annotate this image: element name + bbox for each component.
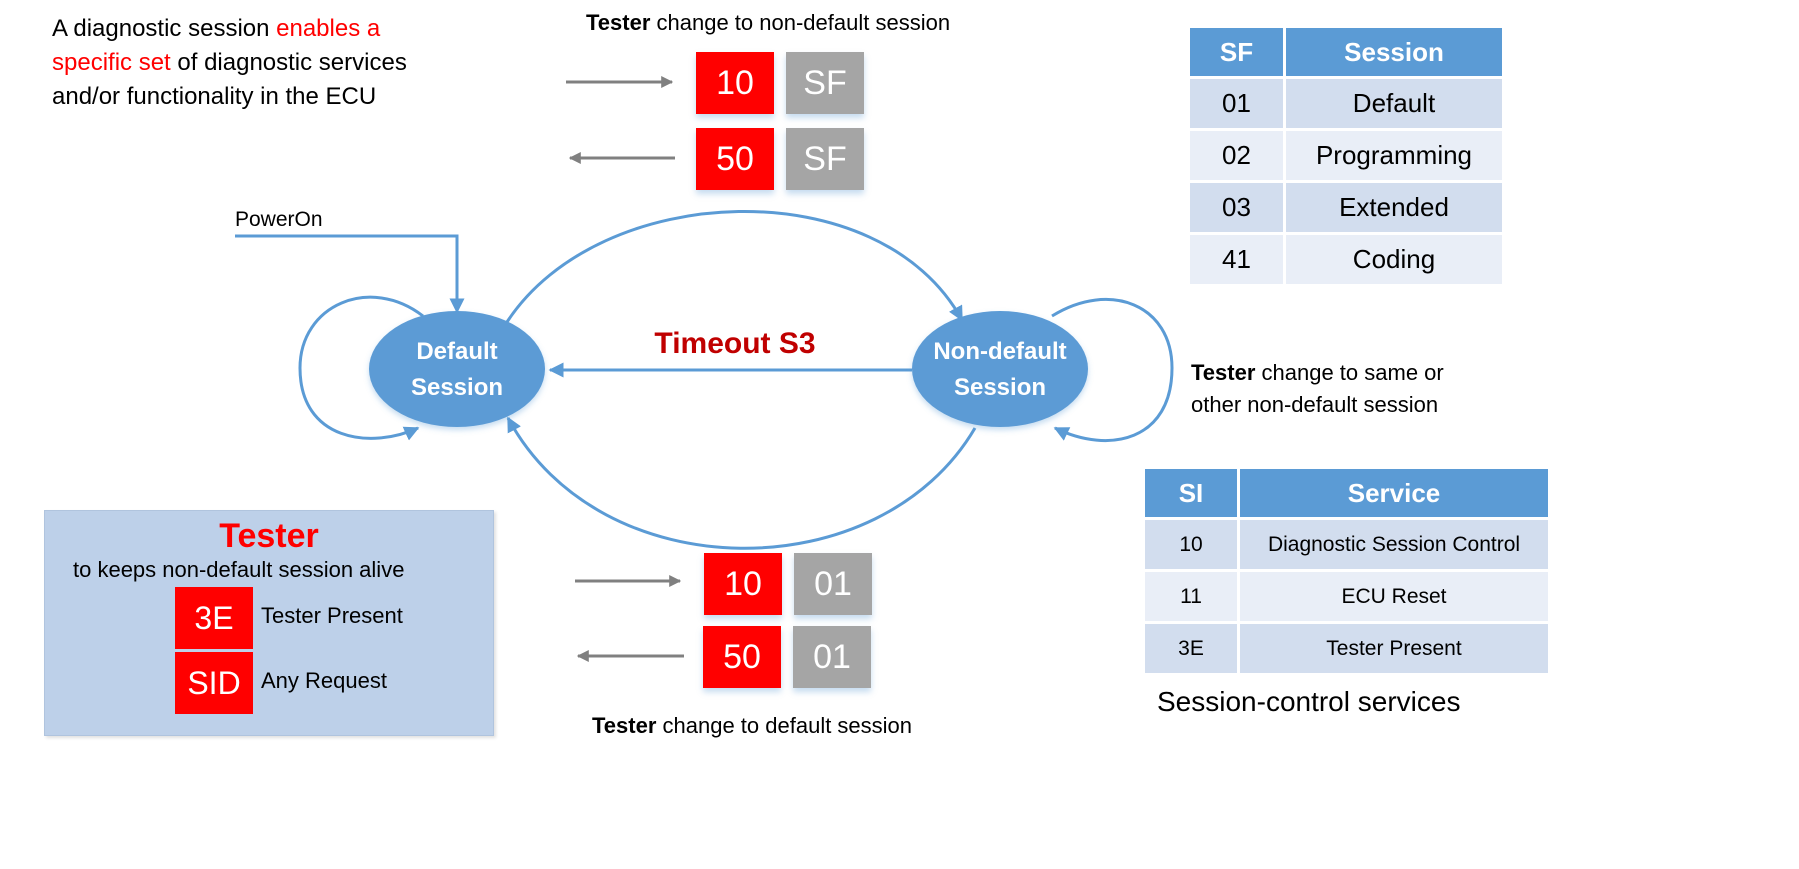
service-cell: ECU Reset	[1240, 572, 1548, 621]
tester-box-subtitle: to keeps non-default session alive	[73, 557, 405, 582]
table-row: 11 ECU Reset	[1145, 572, 1548, 621]
table-row: 3E Tester Present	[1145, 624, 1548, 673]
service-cell: Tester Present	[1240, 624, 1548, 673]
sf-cell: 02	[1190, 131, 1283, 180]
any-request-label: Any Request	[261, 668, 387, 693]
node-default-line2: Session	[411, 374, 503, 401]
node-non-default-session	[912, 311, 1088, 427]
table-row: 10 Diagnostic Session Control	[1145, 520, 1548, 569]
self-loop-caption-bold: Tester	[1191, 360, 1256, 385]
si-cell: 3E	[1145, 624, 1237, 673]
sf-session-table: SF Session 01 Default 02 Programming 03 …	[1187, 25, 1505, 287]
bottom-response-param: 01	[793, 626, 871, 688]
si-service-table: SI Service 10 Diagnostic Session Control…	[1142, 466, 1551, 676]
bottom-request-param: 01	[794, 553, 872, 615]
timeout-label: Timeout S3	[654, 327, 815, 360]
node-default-session	[369, 311, 545, 427]
session-cell: Coding	[1286, 235, 1502, 284]
bottom-caption: Tester change to default session	[592, 713, 912, 739]
session-cell: Programming	[1286, 131, 1502, 180]
bottom-caption-bold: Tester	[592, 713, 657, 738]
sf-cell: 03	[1190, 183, 1283, 232]
si-header-service: Service	[1240, 469, 1548, 517]
sf-cell: 41	[1190, 235, 1283, 284]
bottom-request-sid: 10	[704, 553, 782, 615]
bottom-caption-rest: change to default session	[656, 713, 913, 738]
top-caption-rest: change to non-default session	[650, 10, 951, 35]
table-row: 03 Extended	[1190, 183, 1502, 232]
session-cell: Default	[1286, 79, 1502, 128]
any-request-code: SID	[175, 652, 253, 714]
self-loop-caption: Tester change to same or other non-defau…	[1191, 357, 1444, 421]
tester-present-code: 3E	[175, 587, 253, 649]
self-loop-caption-line2: other non-default session	[1191, 392, 1439, 417]
service-cell: Diagnostic Session Control	[1240, 520, 1548, 569]
top-request-param: SF	[786, 52, 864, 114]
si-header-si: SI	[1145, 469, 1237, 517]
tester-keepalive-box: Tester to keeps non-default session aliv…	[44, 510, 494, 736]
top-response-sid: 50	[696, 128, 774, 190]
top-caption: Tester change to non-default session	[586, 10, 950, 36]
si-cell: 11	[1145, 572, 1237, 621]
power-on-label: PowerOn	[235, 208, 323, 231]
node-default-line1: Default	[416, 338, 497, 365]
session-cell: Extended	[1286, 183, 1502, 232]
bottom-response-sid: 50	[703, 626, 781, 688]
sf-header-session: Session	[1286, 28, 1502, 76]
table-row: 02 Programming	[1190, 131, 1502, 180]
table-row: 01 Default	[1190, 79, 1502, 128]
si-table-caption: Session-control services	[1157, 686, 1461, 717]
sf-header-sf: SF	[1190, 28, 1283, 76]
top-request-sid: 10	[696, 52, 774, 114]
si-cell: 10	[1145, 520, 1237, 569]
edge-nondefault-to-default	[506, 416, 977, 550]
edge-default-to-nondefault	[505, 209, 964, 323]
sf-cell: 01	[1190, 79, 1283, 128]
self-loop-caption-line1: change to same or	[1255, 360, 1444, 385]
node-nondefault-line2: Session	[954, 374, 1046, 401]
table-row: 41 Coding	[1190, 235, 1502, 284]
tester-box-title: Tester	[219, 517, 319, 555]
node-nondefault-line1: Non-default	[933, 338, 1066, 365]
top-response-param: SF	[786, 128, 864, 190]
tester-present-label: Tester Present	[261, 603, 403, 628]
top-caption-bold: Tester	[586, 10, 651, 35]
